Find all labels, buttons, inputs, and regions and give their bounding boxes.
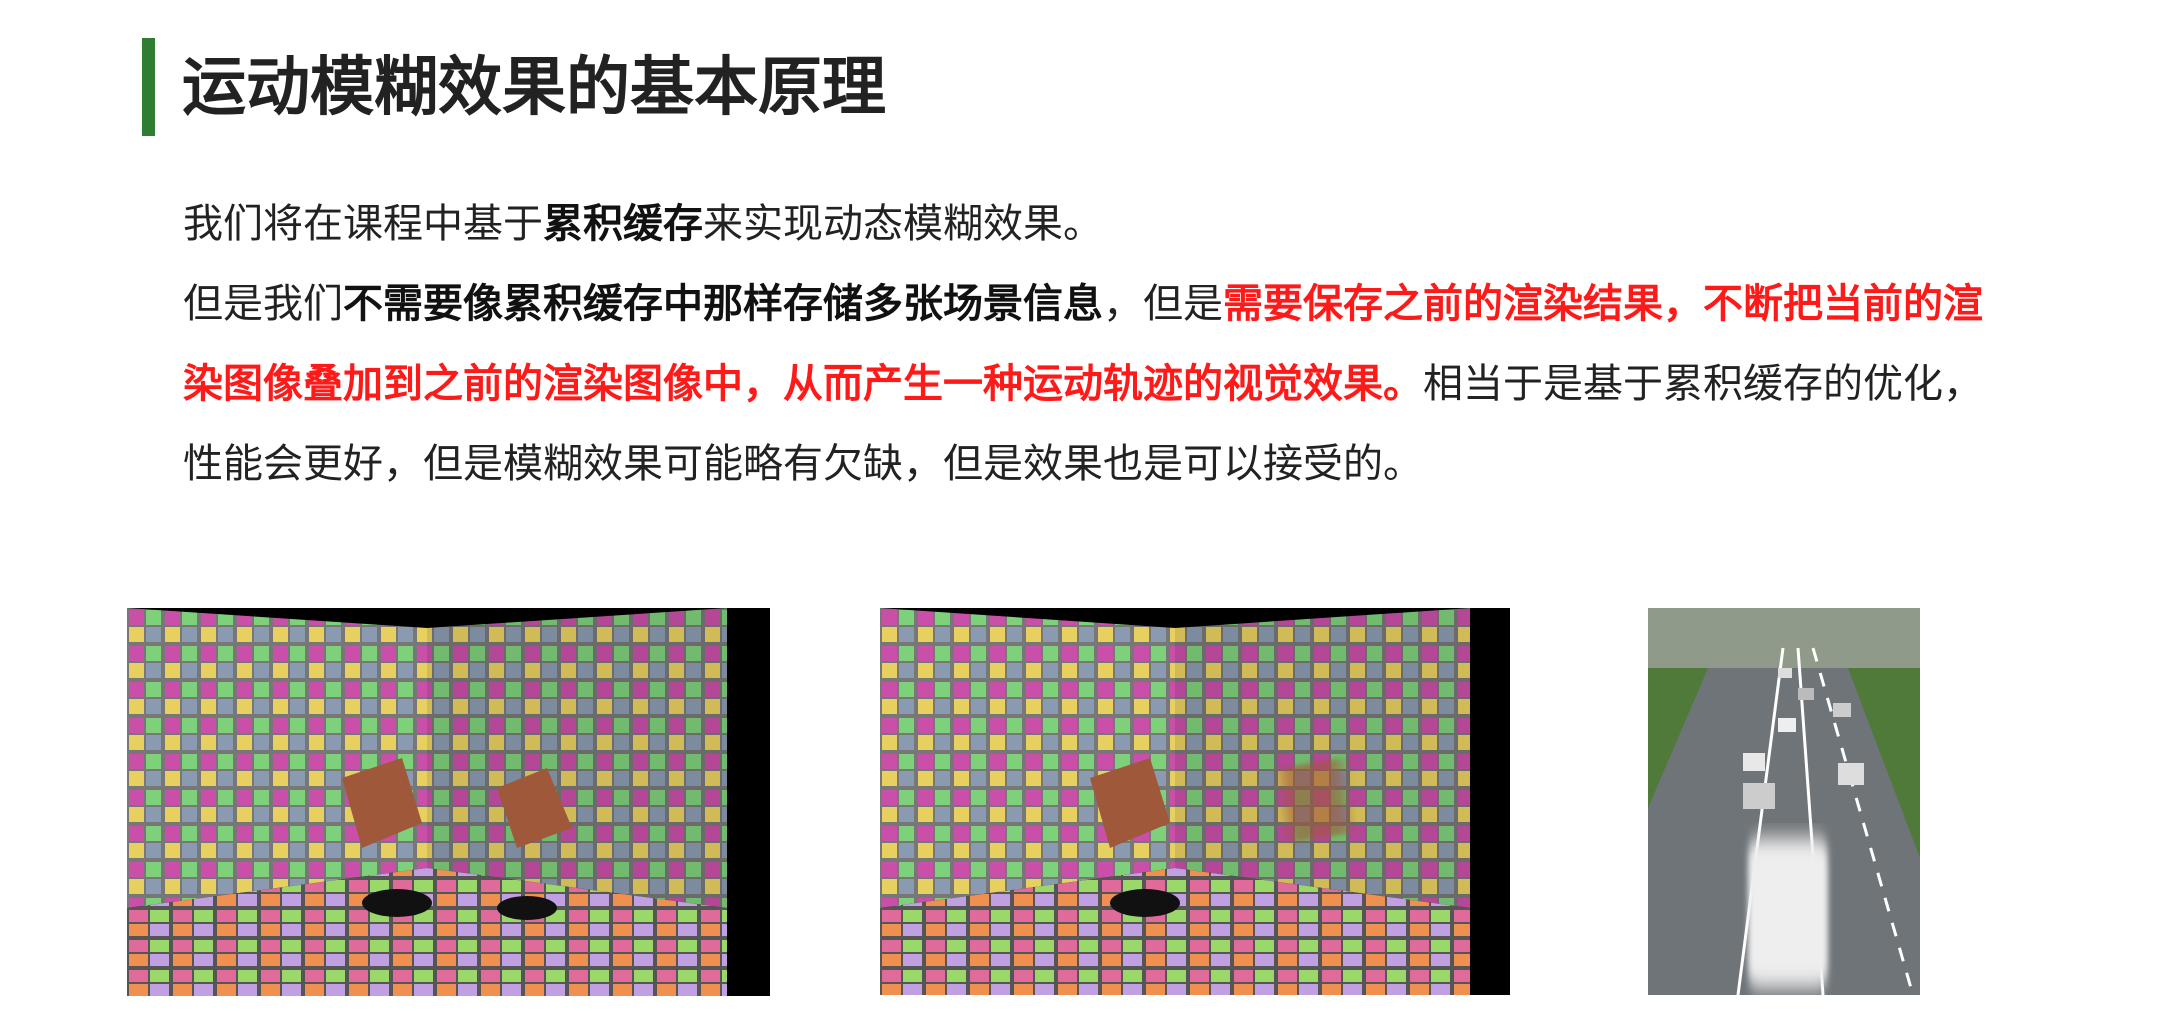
text-segment: 性能会更好，但是模糊效果可能略有欠缺，但是效果也是可以接受的。	[183, 441, 1423, 487]
text-segment: 但是我们	[183, 281, 343, 327]
title-accent-bar	[142, 38, 155, 136]
tiled-room-image-icon	[127, 608, 770, 996]
room-cubes-image	[127, 608, 770, 996]
road-car-image	[1648, 608, 1920, 995]
text-segment: 我们将在课程中基于	[183, 201, 543, 247]
body-paragraph: 我们将在课程中基于累积缓存来实现动态模糊效果。 但是我们不需要像累积缓存中那样存…	[183, 184, 2143, 504]
paragraph-line-4: 性能会更好，但是模糊效果可能略有欠缺，但是效果也是可以接受的。	[183, 424, 2143, 504]
road-photo-image-icon	[1648, 608, 1920, 995]
text-segment: 来实现动态模糊效果。	[703, 201, 1103, 247]
paragraph-line-3: 染图像叠加到之前的渲染图像中，从而产生一种运动轨迹的视觉效果。相当于是基于累积缓…	[183, 344, 2143, 424]
bold-text-segment: 累积缓存	[543, 201, 703, 247]
highlight-text-segment: 染图像叠加到之前的渲染图像中，从而产生一种运动轨迹的视觉效果。	[183, 361, 1423, 407]
tiled-room-blur-image-icon	[880, 608, 1510, 995]
paragraph-line-2: 但是我们不需要像累积缓存中那样存储多张场景信息，但是需要保存之前的渲染结果，不断…	[183, 264, 2143, 344]
highlight-text-segment: 需要保存之前的渲染结果，不断把当前的渲	[1223, 281, 1983, 327]
bold-text-segment: 不需要像累积缓存中那样存储多张场景信息	[343, 281, 1103, 327]
text-segment: 相当于是基于累积缓存的优化，	[1423, 361, 1983, 407]
room-blur-image	[880, 608, 1510, 995]
page-title: 运动模糊效果的基本原理	[182, 51, 886, 125]
paragraph-line-1: 我们将在课程中基于累积缓存来实现动态模糊效果。	[183, 184, 2143, 264]
text-segment: ，但是	[1103, 281, 1223, 327]
